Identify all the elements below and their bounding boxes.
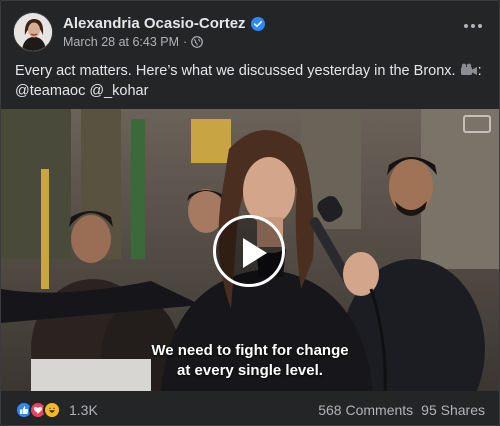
author-name-row: Alexandria Ocasio-Cortez xyxy=(63,15,265,32)
haha-icon xyxy=(43,401,61,419)
author-avatar[interactable] xyxy=(13,12,53,52)
post-text-line-1: Every act matters. Here’s what we discus… xyxy=(15,61,485,81)
video-player[interactable]: We need to fight for change at every sin… xyxy=(1,109,499,391)
video-camera-emoji-icon xyxy=(460,63,477,75)
reaction-count[interactable]: 1.3K xyxy=(69,402,98,418)
comments-count-link[interactable]: 568 Comments xyxy=(318,402,413,418)
avatar-portrait-icon xyxy=(14,13,52,51)
play-button[interactable] xyxy=(213,215,285,287)
author-meta: Alexandria Ocasio-Cortez March 28 at 6:4… xyxy=(63,15,265,49)
video-caption: We need to fight for change at every sin… xyxy=(1,341,499,381)
post-footer: 1.3K 568 Comments 95 Shares xyxy=(15,399,485,421)
more-dot-icon xyxy=(478,24,482,28)
post-text-body: Every act matters. Here’s what we discus… xyxy=(15,63,456,79)
post-header: Alexandria Ocasio-Cortez March 28 at 6:4… xyxy=(13,11,487,53)
post-text-mentions[interactable]: @teamaoc @_kohar xyxy=(15,81,485,101)
video-caption-line-1: We need to fight for change xyxy=(151,342,349,359)
subline-separator: · xyxy=(183,35,188,49)
facebook-post-card: Alexandria Ocasio-Cortez March 28 at 6:4… xyxy=(0,0,500,426)
post-subline: March 28 at 6:43 PM · xyxy=(63,35,265,49)
author-name[interactable]: Alexandria Ocasio-Cortez xyxy=(63,15,246,32)
verified-badge-icon xyxy=(250,16,265,31)
post-timestamp[interactable]: March 28 at 6:43 PM xyxy=(63,35,179,49)
post-text-suffix: : xyxy=(477,63,482,79)
post-text: Every act matters. Here’s what we discus… xyxy=(15,61,485,101)
more-dot-icon xyxy=(471,24,475,28)
more-dot-icon xyxy=(464,24,468,28)
globe-icon[interactable] xyxy=(191,36,204,48)
video-watermark-icon xyxy=(463,115,491,133)
more-options-button[interactable] xyxy=(461,19,485,33)
video-caption-line-2: at every single level. xyxy=(177,362,323,379)
shares-count-link[interactable]: 95 Shares xyxy=(421,402,485,418)
reactions-summary[interactable] xyxy=(15,401,61,419)
